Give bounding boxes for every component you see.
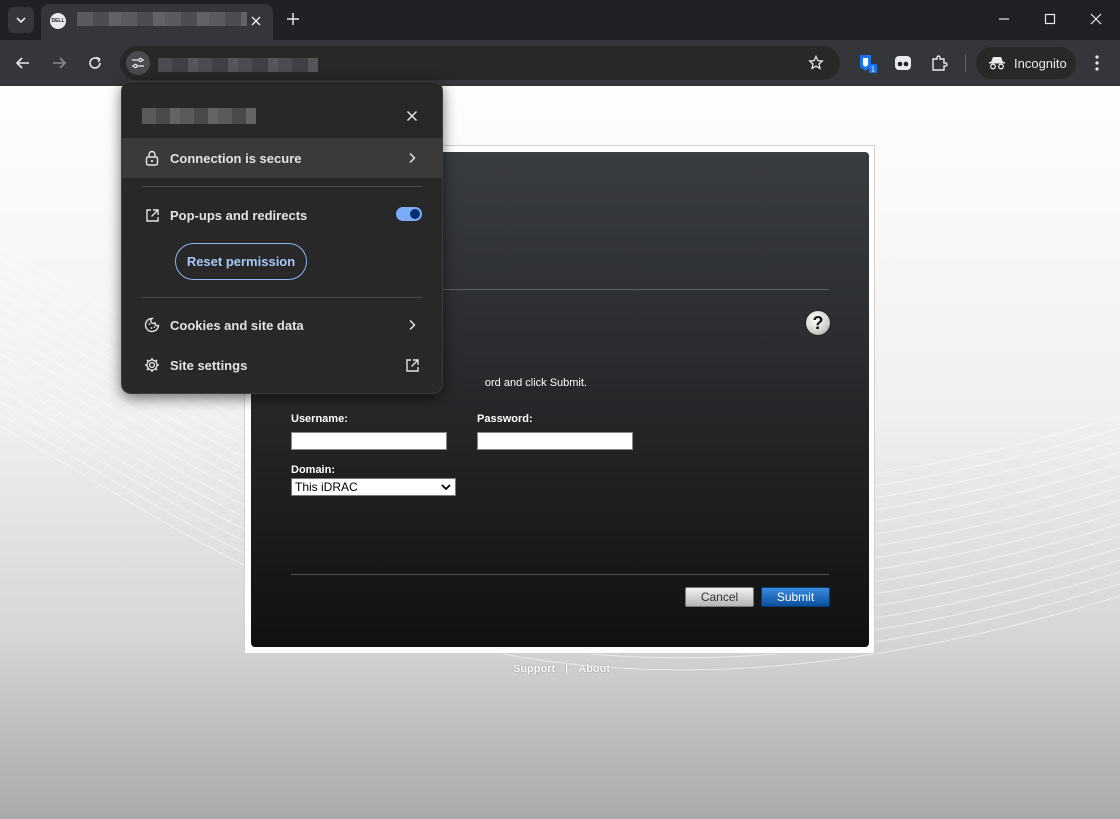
password-input[interactable] bbox=[477, 432, 633, 450]
window-close-button[interactable] bbox=[1078, 6, 1114, 32]
browser-tab[interactable]: DELL bbox=[41, 4, 273, 40]
popups-redirects-row: Pop-ups and redirects bbox=[122, 195, 442, 235]
tab-strip: DELL bbox=[0, 0, 1120, 40]
tab-close-button[interactable] bbox=[247, 12, 265, 30]
browser-menu-button[interactable] bbox=[1086, 52, 1108, 74]
extension-shield-button[interactable]: 1 bbox=[856, 52, 878, 74]
dell-favicon-icon: DELL bbox=[50, 13, 66, 29]
connection-secure-label: Connection is secure bbox=[170, 150, 302, 166]
popup-divider bbox=[142, 297, 422, 298]
open-in-new-icon bbox=[402, 355, 422, 375]
help-button[interactable]: ? bbox=[806, 311, 830, 335]
cookies-site-data-label: Cookies and site data bbox=[170, 317, 304, 333]
site-info-button[interactable] bbox=[126, 51, 150, 75]
chevron-down-icon bbox=[16, 17, 26, 24]
maximize-icon bbox=[1044, 13, 1056, 25]
tab-search-button[interactable] bbox=[8, 7, 34, 33]
incognito-button[interactable]: Incognito bbox=[976, 47, 1076, 79]
new-tab-button[interactable] bbox=[283, 9, 303, 29]
about-link[interactable]: About bbox=[578, 663, 610, 675]
domain-select[interactable]: This iDRAC bbox=[291, 478, 456, 496]
cookie-icon bbox=[143, 316, 161, 334]
username-input[interactable] bbox=[291, 432, 447, 450]
open-in-new-icon bbox=[143, 206, 161, 224]
browser-toolbar: 1 Incognito bbox=[0, 40, 1120, 86]
reset-permission-button[interactable]: Reset permission bbox=[175, 243, 307, 280]
footer-separator: | bbox=[565, 663, 569, 675]
reload-icon bbox=[89, 56, 101, 69]
close-icon bbox=[406, 110, 418, 122]
more-vert-icon bbox=[1095, 55, 1099, 71]
address-bar[interactable] bbox=[120, 46, 840, 80]
bookmark-button[interactable] bbox=[806, 53, 826, 73]
page-footer-links: Support | About bbox=[513, 663, 610, 675]
tune-icon bbox=[132, 57, 144, 69]
reload-button[interactable] bbox=[82, 50, 108, 76]
star-icon bbox=[808, 55, 824, 70]
gear-icon bbox=[143, 356, 161, 374]
connection-security-row[interactable]: Connection is secure bbox=[122, 138, 442, 178]
site-settings-row[interactable]: Site settings bbox=[122, 345, 442, 385]
arrow-left-icon bbox=[15, 57, 29, 69]
plus-icon bbox=[287, 13, 299, 25]
forward-button[interactable] bbox=[46, 50, 72, 76]
domain-select-value: This iDRAC bbox=[295, 480, 358, 494]
back-button[interactable] bbox=[10, 50, 36, 76]
chevron-right-icon bbox=[402, 315, 422, 335]
popups-redirects-label: Pop-ups and redirects bbox=[170, 207, 308, 223]
minimize-icon bbox=[999, 18, 1009, 20]
close-icon bbox=[1090, 13, 1102, 25]
site-info-popup: Connection is secure Pop-ups and redirec… bbox=[121, 81, 443, 394]
chevron-down-icon bbox=[441, 484, 451, 491]
svg-text:1: 1 bbox=[871, 66, 875, 74]
minimize-button[interactable] bbox=[986, 6, 1022, 32]
extensions-menu-button[interactable] bbox=[928, 52, 950, 74]
toolbar-divider bbox=[965, 54, 966, 72]
help-icon: ? bbox=[812, 312, 824, 333]
popup-close-button[interactable] bbox=[402, 106, 422, 126]
incognito-label: Incognito bbox=[1014, 55, 1067, 71]
close-icon bbox=[251, 16, 261, 26]
cookies-site-data-row[interactable]: Cookies and site data bbox=[122, 305, 442, 345]
tab-title bbox=[77, 12, 247, 26]
submit-button[interactable]: Submit bbox=[761, 587, 830, 607]
popups-redirects-toggle[interactable] bbox=[396, 207, 422, 221]
username-label: Username: bbox=[291, 413, 348, 425]
arrow-right-icon bbox=[53, 57, 67, 69]
domain-label: Domain: bbox=[291, 464, 335, 476]
password-label: Password: bbox=[477, 413, 533, 425]
maximize-button[interactable] bbox=[1032, 6, 1068, 32]
footer-divider bbox=[291, 574, 829, 575]
puzzle-icon bbox=[932, 55, 948, 71]
shield-extension-icon: 1 bbox=[860, 55, 877, 74]
site-settings-label: Site settings bbox=[170, 357, 248, 373]
lock-icon bbox=[143, 149, 161, 167]
mask-extension-icon bbox=[895, 56, 911, 70]
incognito-icon bbox=[989, 57, 1005, 70]
extension-mask-button[interactable] bbox=[892, 52, 914, 74]
support-link[interactable]: Support bbox=[513, 663, 555, 675]
toggle-knob bbox=[410, 209, 420, 219]
cancel-button[interactable]: Cancel bbox=[685, 587, 754, 607]
popup-divider bbox=[142, 186, 422, 187]
url-text[interactable] bbox=[158, 58, 318, 72]
chevron-right-icon bbox=[402, 148, 422, 168]
popup-site-title bbox=[142, 108, 256, 124]
